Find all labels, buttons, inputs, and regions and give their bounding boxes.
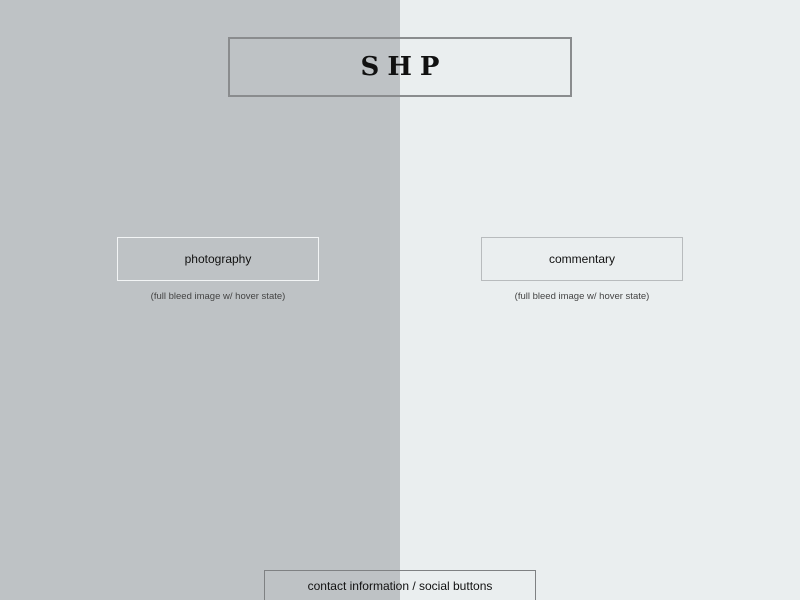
photography-button[interactable]: photography xyxy=(117,237,319,281)
commentary-button[interactable]: commentary xyxy=(481,237,683,281)
footer-contact-social[interactable]: contact information / social buttons xyxy=(264,570,536,600)
photography-caption: (full bleed image w/ hover state) xyxy=(150,291,286,302)
logo-text: SHP xyxy=(360,52,448,82)
commentary-caption: (full bleed image w/ hover state) xyxy=(514,291,650,302)
site-logo[interactable]: SHP xyxy=(228,37,572,97)
